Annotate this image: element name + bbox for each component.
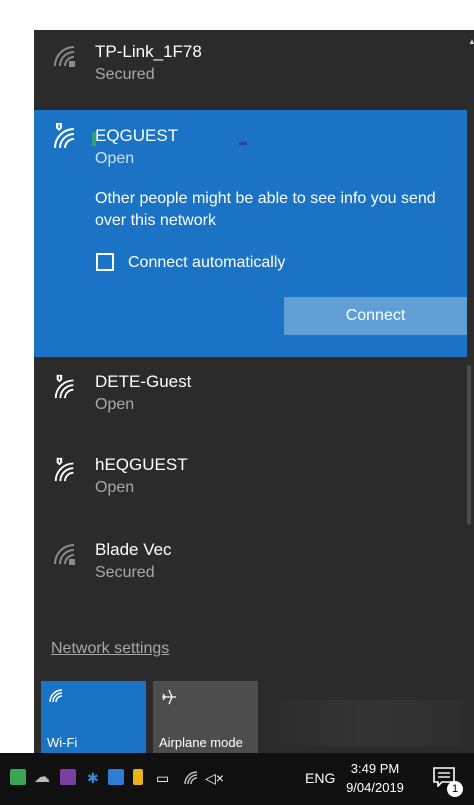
app-yellow-icon[interactable] (133, 769, 143, 785)
onenote-icon[interactable] (60, 769, 76, 785)
bluetooth-icon[interactable]: ✱ (87, 770, 99, 787)
app-green-icon[interactable] (10, 769, 26, 785)
network-settings-link[interactable]: Network settings (51, 640, 169, 658)
network-status: Secured (95, 564, 155, 581)
battery-icon[interactable]: ▭ (156, 770, 169, 787)
network-item-heqguest[interactable]: hEQGUEST Open (34, 445, 467, 525)
wifi-icon[interactable] (183, 770, 199, 786)
wifi-open-shield-icon (54, 123, 75, 149)
scroll-up-arrow-icon[interactable]: ▲ (468, 37, 474, 46)
network-status: Secured (95, 66, 155, 83)
network-name: EQGUEST (95, 126, 179, 145)
network-item-eqguest-expanded[interactable]: EQGUEST Open Other people might be able … (34, 110, 467, 357)
app-blue-icon[interactable] (108, 769, 124, 785)
network-name: DETE-Guest (95, 372, 192, 391)
volume-mute-icon[interactable]: ◁× (205, 770, 224, 787)
blurred-area (262, 700, 462, 746)
wifi-secured-icon (54, 544, 75, 565)
cloud-icon[interactable]: ☁ (34, 767, 50, 787)
network-name: hEQGUEST (95, 455, 188, 474)
network-name: TP-Link_1F78 (95, 42, 202, 61)
wifi-toggle-tile[interactable]: Wi-Fi (41, 681, 146, 756)
time-text: 3:49 PM (350, 761, 400, 776)
security-warning-text: Other people might be able to see info y… (95, 190, 436, 229)
network-name: Blade Vec (95, 540, 172, 559)
connect-automatically-label[interactable]: Connect automatically (128, 254, 285, 272)
wifi-open-shield-icon (54, 374, 74, 399)
connect-button[interactable]: Connect (284, 297, 467, 335)
network-item-blade-vec[interactable]: Blade Vec Secured (34, 530, 467, 610)
airplane-mode-tile[interactable]: Airplane mode (153, 681, 258, 756)
wifi-open-shield-icon (54, 457, 74, 482)
wifi-icon (49, 689, 63, 703)
notification-count-badge: 1 (447, 781, 463, 797)
network-status: Open (95, 396, 135, 413)
network-item-dete-guest[interactable]: DETE-Guest Open (34, 362, 467, 442)
language-indicator[interactable]: ENG (305, 770, 335, 786)
clock[interactable]: 3:49 PM 9/04/2019 (339, 759, 411, 797)
wifi-secured-icon (54, 46, 75, 67)
connect-automatically-checkbox[interactable] (96, 253, 114, 271)
date-text: 9/04/2019 (346, 780, 404, 795)
scrollbar[interactable] (467, 365, 471, 525)
airplane-tile-label: Airplane mode (159, 735, 243, 750)
wifi-tile-label: Wi-Fi (47, 735, 78, 750)
smudge-mark (239, 142, 247, 145)
network-status: Open (95, 150, 135, 167)
network-status: Open (95, 479, 135, 496)
network-item-tp-link[interactable]: TP-Link_1F78 Secured (34, 32, 467, 107)
taskbar: ☁ ✱ ▭ ◁× ENG 3:49 PM 9/04/2019 1 (0, 753, 474, 805)
airplane-icon (162, 689, 176, 705)
